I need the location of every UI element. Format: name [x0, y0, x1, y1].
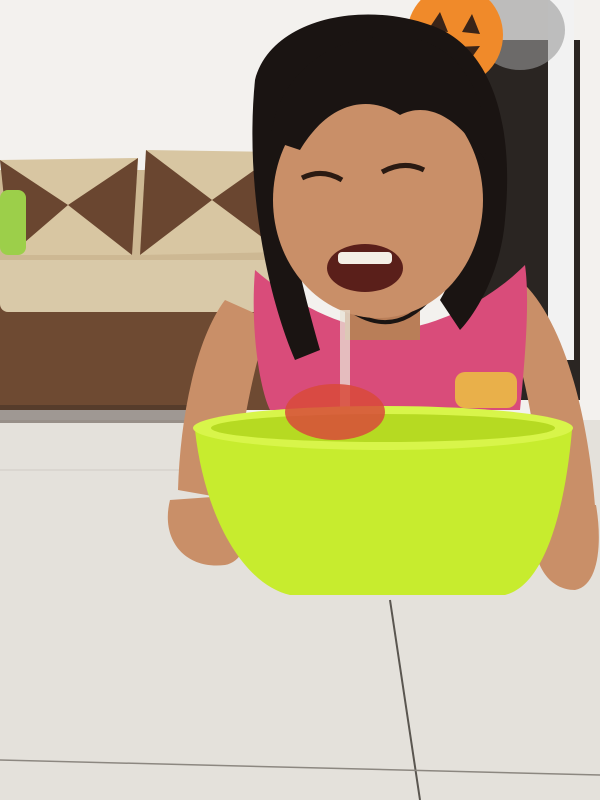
teeth [338, 252, 392, 264]
cushion-green [0, 190, 26, 255]
sofa-shadow [0, 405, 200, 423]
photo-scene [0, 0, 600, 800]
striped-shorts [455, 372, 517, 408]
apple [285, 384, 385, 440]
sofa-seat [0, 252, 280, 312]
mouth [327, 244, 403, 292]
green-bowl [193, 384, 573, 595]
photo-illustration [0, 0, 600, 800]
